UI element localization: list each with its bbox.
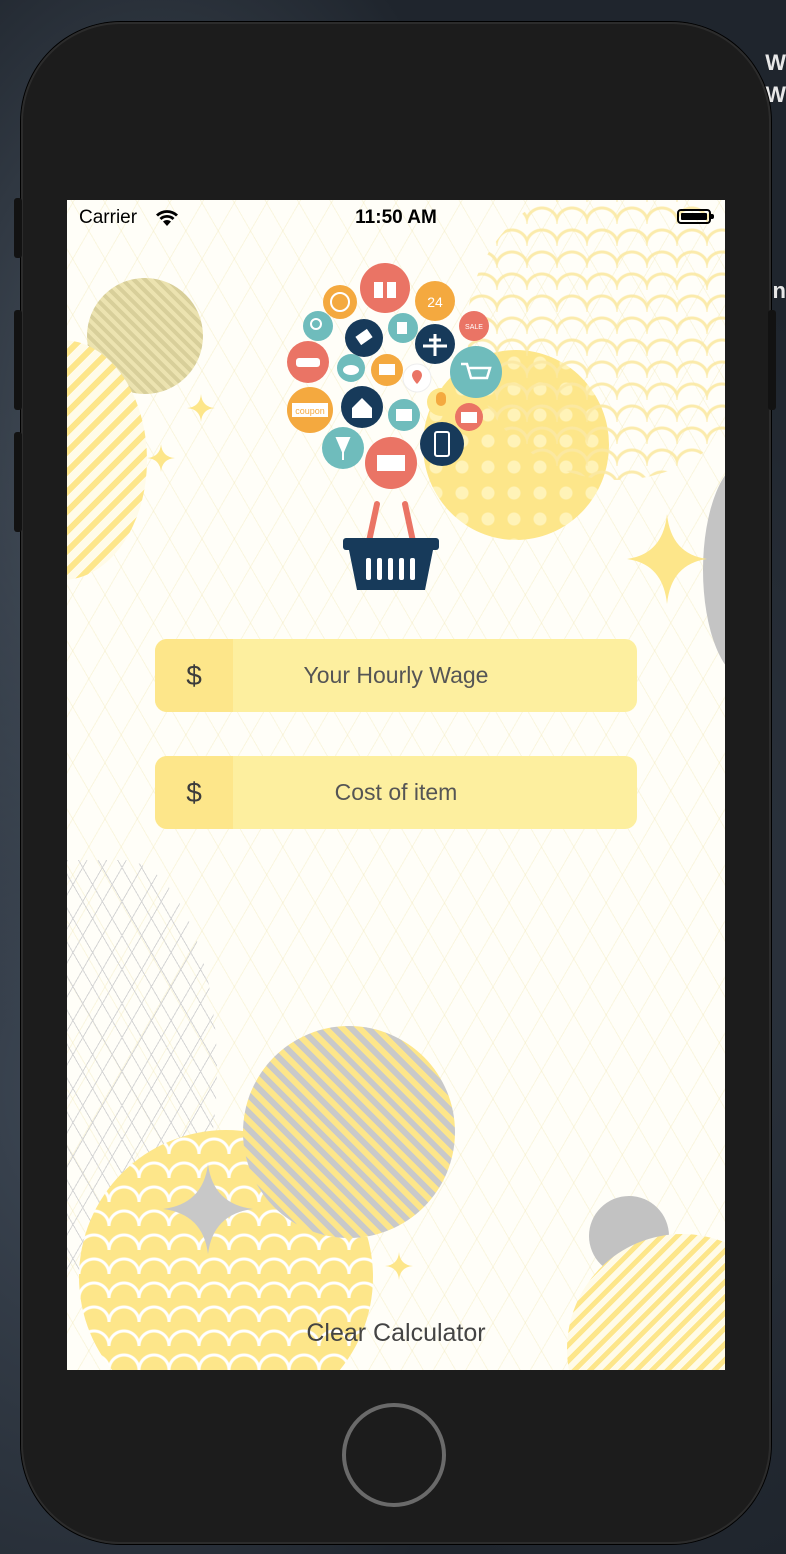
smartphone-icon xyxy=(420,422,464,466)
currency-symbol: $ xyxy=(155,756,233,829)
sparkle-icon xyxy=(147,444,175,472)
clear-calculator-button[interactable]: Clear Calculator xyxy=(67,1318,725,1349)
tag-icon xyxy=(345,319,383,357)
car-icon xyxy=(287,341,329,383)
store-icon xyxy=(365,437,417,489)
coupon-icon: coupon xyxy=(287,387,333,433)
status-bar: Carrier 11:50 AM xyxy=(67,200,725,236)
coffee-cup-icon xyxy=(388,313,418,343)
power-button[interactable] xyxy=(768,310,776,410)
basket-icon xyxy=(343,501,439,590)
photo-icon xyxy=(388,399,420,431)
home-button[interactable] xyxy=(342,1403,446,1507)
sparkle-icon xyxy=(627,514,707,604)
mute-switch xyxy=(14,198,22,258)
item-cost-field: $ xyxy=(155,756,637,829)
currency-symbol: $ xyxy=(155,639,233,712)
svg-text:coupon: coupon xyxy=(295,406,325,416)
desktop-edge-text: W xyxy=(765,50,786,75)
tv-icon xyxy=(371,354,403,386)
status-time: 11:50 AM xyxy=(355,207,437,228)
search-icon xyxy=(303,311,333,341)
shopping-logo: 24 SALE coupon xyxy=(287,263,502,590)
volume-down-button[interactable] xyxy=(14,432,22,532)
hourly-wage-input[interactable] xyxy=(233,639,637,712)
clock-24-icon: 24 xyxy=(415,281,455,321)
briefcase-icon xyxy=(455,403,483,431)
sparkle-icon xyxy=(385,1252,413,1280)
sale-icon: SALE xyxy=(459,311,489,341)
cloud-icon xyxy=(337,354,365,382)
hourly-wage-field: $ xyxy=(155,639,637,712)
house-icon xyxy=(341,386,383,428)
desktop-edge-text: n xyxy=(772,278,786,303)
app-screen: Carrier 11:50 AM 24 SALE coupon $ Your H… xyxy=(67,200,725,1370)
wine-icon xyxy=(322,427,364,469)
sparkle-icon xyxy=(187,394,215,422)
globe-icon xyxy=(323,285,357,319)
decor-circle xyxy=(243,1026,455,1238)
item-cost-input[interactable] xyxy=(233,756,637,829)
shopping-cart-icon xyxy=(450,346,502,398)
svg-text:24: 24 xyxy=(427,294,443,310)
location-pin-icon xyxy=(402,363,432,393)
popsicle-icon xyxy=(427,388,455,416)
sparkle-icon xyxy=(163,1164,253,1254)
svg-text:SALE: SALE xyxy=(465,324,483,331)
gift-icon xyxy=(360,263,410,313)
volume-up-button[interactable] xyxy=(14,310,22,410)
airplane-icon xyxy=(415,324,455,364)
battery-icon xyxy=(677,209,714,224)
